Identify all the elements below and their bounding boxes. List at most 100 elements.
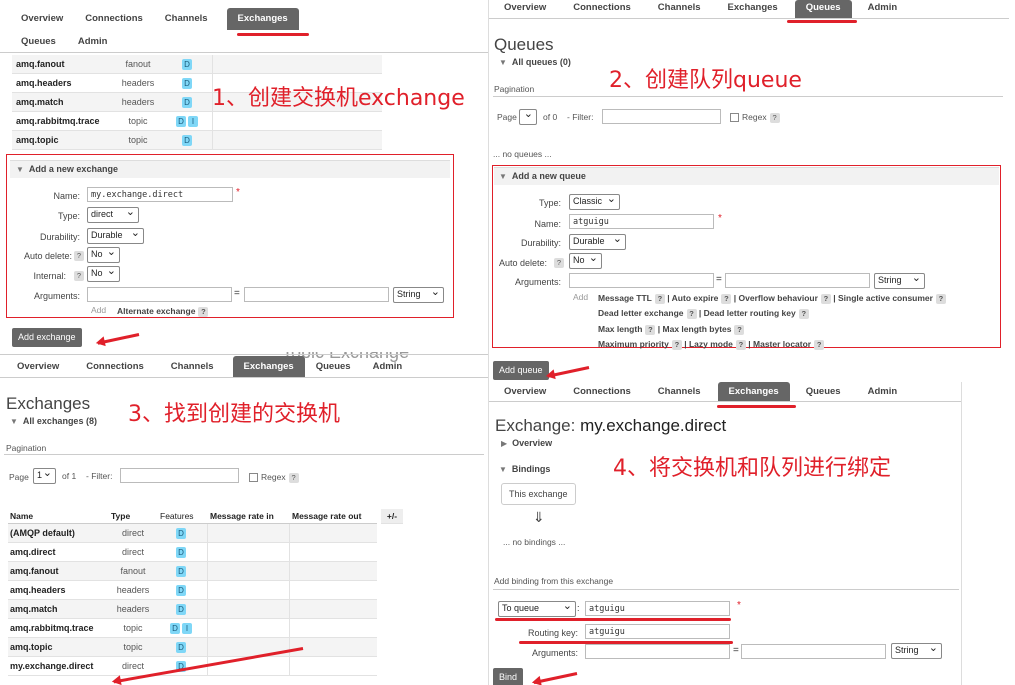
table-row[interactable]: amq.topic topic D (8, 638, 377, 657)
nav-connections[interactable]: Connections (557, 0, 642, 18)
filter-input[interactable] (120, 468, 239, 483)
filter-input[interactable] (602, 109, 721, 124)
page-select[interactable] (519, 107, 537, 125)
argument-key-input[interactable] (87, 287, 232, 302)
exchange-name[interactable]: amq.match (12, 93, 112, 112)
exchange-name-input[interactable]: my.exchange.direct (87, 187, 233, 202)
argument-value-input[interactable] (741, 644, 886, 659)
argument-link[interactable]: Single active consumer (838, 293, 933, 303)
exchange-name[interactable]: amq.rabbitmq.trace (12, 112, 112, 131)
column-header[interactable]: Message rate out (289, 509, 377, 524)
table-row[interactable]: amq.topic topic D (12, 131, 382, 150)
internal-select[interactable]: No (87, 264, 120, 282)
add-queue-button[interactable]: Add queue (493, 361, 549, 380)
regex-checkbox[interactable] (249, 473, 258, 483)
nav-exchanges[interactable]: Exchanges (712, 0, 789, 18)
auto-delete-select[interactable]: No (569, 251, 602, 269)
argument-value-input[interactable] (725, 273, 870, 288)
exchange-name[interactable]: amq.fanout (12, 55, 112, 74)
nav-admin[interactable]: Admin (362, 356, 414, 378)
table-row[interactable]: amq.rabbitmq.trace topic DI (12, 112, 382, 131)
nav-connections[interactable]: Connections (70, 356, 155, 378)
page-select[interactable]: 1 (33, 466, 56, 484)
nav-connections[interactable]: Connections (557, 382, 642, 401)
help-icon[interactable]: ? (74, 251, 84, 261)
queue-name-input[interactable]: atguigu (569, 214, 714, 229)
nav-exchanges[interactable]: Exchanges (717, 382, 790, 401)
table-row[interactable]: (AMQP default) direct D (8, 524, 377, 543)
table-row[interactable]: amq.fanout fanout D (12, 55, 382, 74)
nav-admin[interactable]: Admin (67, 34, 119, 50)
nav-queues[interactable]: Queues (305, 356, 362, 378)
nav-overview[interactable]: Overview (6, 356, 70, 378)
argument-link[interactable]: Auto expire (672, 293, 719, 303)
nav-overview[interactable]: Overview (10, 8, 74, 30)
nav-queues[interactable]: Queues (794, 0, 852, 18)
nav-overview[interactable]: Overview (493, 0, 557, 18)
exchange-name[interactable]: my.exchange.direct (8, 657, 109, 676)
help-icon[interactable]: ? (198, 306, 209, 317)
argument-link[interactable]: Overflow behaviour (739, 293, 818, 303)
add-argument-label[interactable]: Add (91, 305, 106, 315)
exchange-type-select[interactable]: direct (87, 205, 139, 223)
argument-link[interactable]: Dead letter routing key (704, 308, 796, 318)
nav-exchanges[interactable]: Exchanges (232, 356, 305, 378)
table-row[interactable]: amq.headers headers D (8, 581, 377, 600)
argument-link[interactable]: Message TTL (598, 293, 652, 303)
argument-value-input[interactable] (244, 287, 389, 302)
auto-delete-select[interactable]: No (87, 245, 120, 263)
exchange-name[interactable]: amq.headers (8, 581, 109, 600)
argument-link[interactable]: Maximum priority (598, 339, 669, 349)
column-header[interactable]: Message rate in (207, 509, 289, 524)
column-header[interactable]: Features (157, 509, 207, 524)
help-icon[interactable]: ? (769, 112, 780, 123)
nav-queues[interactable]: Queues (10, 34, 67, 50)
routing-key-input[interactable]: atguigu (585, 624, 730, 639)
table-row[interactable]: amq.match headers D (8, 600, 377, 619)
exchange-name[interactable]: amq.rabbitmq.trace (8, 619, 109, 638)
exchange-name[interactable]: amq.topic (12, 131, 112, 150)
argument-key-input[interactable] (585, 644, 730, 659)
regex-checkbox[interactable] (730, 113, 739, 123)
alternate-exchange-link[interactable]: Alternate exchange (117, 306, 195, 316)
help-icon[interactable]: ? (288, 472, 299, 483)
exchange-name[interactable]: amq.direct (8, 543, 109, 562)
argument-link[interactable]: Dead letter exchange (598, 308, 684, 318)
help-icon[interactable]: ? (554, 258, 564, 268)
nav-channels[interactable]: Channels (155, 356, 225, 378)
argument-link[interactable]: Max length (598, 324, 642, 334)
exchange-name[interactable]: amq.headers (12, 74, 112, 93)
add-exchange-button[interactable]: Add exchange (12, 328, 82, 347)
table-row[interactable]: amq.direct direct D (8, 543, 377, 562)
exchange-name[interactable]: amq.topic (8, 638, 109, 657)
destination-type-select[interactable]: To queue (498, 599, 576, 617)
argument-link[interactable]: Master locator (753, 339, 811, 349)
nav-overview[interactable]: Overview (493, 382, 557, 401)
table-row[interactable]: amq.rabbitmq.trace topic DI (8, 619, 377, 638)
exchange-name[interactable]: (AMQP default) (8, 524, 109, 543)
help-icon[interactable]: ? (74, 271, 84, 281)
argument-key-input[interactable] (569, 273, 714, 288)
column-header[interactable]: Name (8, 509, 109, 524)
argument-link[interactable]: Max length bytes (663, 324, 732, 334)
columns-toggle-button[interactable]: +/- (381, 509, 403, 524)
nav-channels[interactable]: Channels (642, 382, 712, 401)
exchange-name[interactable]: amq.match (8, 600, 109, 619)
nav-exchanges[interactable]: Exchanges (226, 8, 299, 30)
queue-type-select[interactable]: Classic (569, 192, 620, 210)
nav-admin[interactable]: Admin (852, 0, 909, 18)
nav-connections[interactable]: Connections (74, 8, 154, 30)
bind-button[interactable]: Bind (493, 668, 524, 685)
argument-link[interactable]: Lazy mode (689, 339, 733, 349)
argument-type-select[interactable]: String (393, 285, 444, 303)
table-row[interactable]: amq.fanout fanout D (8, 562, 377, 581)
argument-type-select[interactable]: String (891, 641, 942, 659)
nav-admin[interactable]: Admin (852, 382, 909, 401)
exchange-name[interactable]: amq.fanout (8, 562, 109, 581)
add-argument-label[interactable]: Add (573, 292, 588, 302)
destination-queue-input[interactable]: atguigu (585, 601, 730, 616)
argument-type-select[interactable]: String (874, 271, 925, 289)
durability-select[interactable]: Durable (569, 232, 626, 250)
column-header[interactable]: Type (109, 509, 157, 524)
durability-select[interactable]: Durable (87, 226, 144, 244)
